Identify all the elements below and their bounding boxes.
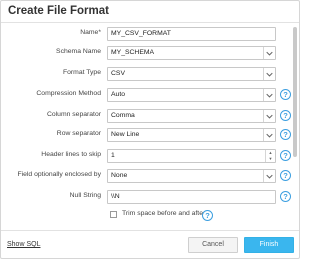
column-separator-value: Comma [111, 112, 135, 119]
header-lines-value: 1 [111, 152, 115, 159]
enclosed-by-value: None [111, 172, 128, 179]
name-input[interactable]: MY_CSV_FORMAT [107, 27, 276, 41]
title-divider [1, 22, 299, 23]
name-label: Name* [80, 29, 101, 36]
chevron-down-icon[interactable] [263, 129, 275, 141]
row-separator-row: Row separator New Line ? [1, 128, 291, 142]
null-string-row: Null String \\N ? [1, 190, 291, 204]
schema-name-select[interactable]: MY_SCHEMA [107, 46, 276, 60]
compression-method-value: Auto [111, 91, 125, 98]
cancel-button[interactable]: Cancel [188, 237, 238, 253]
help-icon[interactable]: ? [280, 89, 291, 100]
create-file-format-dialog: Create File Format Name* MY_CSV_FORMAT S… [0, 0, 300, 259]
row-separator-select[interactable]: New Line [107, 128, 276, 142]
trim-space-row: Trim space before and after ? [107, 209, 227, 221]
enclosed-by-row: Field optionally enclosed by None ? [1, 169, 291, 183]
chevron-down-icon[interactable] [263, 170, 275, 182]
decrement-icon[interactable]: ▼ [266, 156, 275, 162]
enclosed-by-label: Field optionally enclosed by [17, 171, 101, 178]
required-mark: * [98, 29, 101, 36]
compression-method-row: Compression Method Auto ? [1, 88, 291, 102]
null-string-input[interactable]: \\N [107, 190, 276, 204]
scrollbar[interactable] [292, 23, 298, 228]
chevron-down-icon[interactable] [263, 110, 275, 122]
help-icon[interactable]: ? [280, 191, 291, 202]
name-row: Name* MY_CSV_FORMAT [1, 27, 291, 41]
compression-method-label: Compression Method [36, 90, 101, 97]
row-separator-label: Row separator [56, 130, 101, 137]
stepper-arrows[interactable]: ▲ ▼ [265, 150, 275, 162]
schema-name-label: Schema Name [56, 48, 101, 55]
enclosed-by-select[interactable]: None [107, 169, 276, 183]
help-icon[interactable]: ? [280, 150, 291, 161]
header-lines-stepper[interactable]: 1 ▲ ▼ [107, 149, 276, 163]
format-type-value: CSV [111, 70, 125, 77]
scrollbar-thumb[interactable] [293, 27, 297, 157]
header-lines-label: Header lines to skip [41, 151, 101, 158]
column-separator-label: Column separator [46, 111, 101, 118]
show-sql-link[interactable]: Show SQL [7, 241, 40, 248]
column-separator-row: Column separator Comma ? [1, 109, 291, 123]
schema-name-row: Schema Name MY_SCHEMA [1, 46, 291, 60]
name-label-text: Name [80, 29, 99, 36]
help-icon[interactable]: ? [280, 110, 291, 121]
format-type-row: Format Type CSV [1, 67, 291, 81]
chevron-down-icon[interactable] [263, 47, 275, 59]
format-type-label: Format Type [62, 69, 101, 76]
trim-space-label: Trim space before and after [122, 210, 206, 217]
dialog-title: Create File Format [8, 5, 109, 17]
help-icon[interactable]: ? [280, 129, 291, 140]
row-separator-value: New Line [111, 131, 140, 138]
compression-method-select[interactable]: Auto [107, 88, 276, 102]
null-string-label: Null String [69, 192, 101, 199]
trim-space-checkbox[interactable] [110, 211, 117, 218]
format-type-select[interactable]: CSV [107, 67, 276, 81]
footer-divider [1, 230, 299, 231]
help-icon[interactable]: ? [280, 170, 291, 181]
chevron-down-icon[interactable] [263, 68, 275, 80]
help-icon[interactable]: ? [202, 210, 213, 221]
header-lines-row: Header lines to skip 1 ▲ ▼ ? [1, 149, 291, 163]
schema-name-value: MY_SCHEMA [111, 49, 155, 56]
column-separator-select[interactable]: Comma [107, 109, 276, 123]
chevron-down-icon[interactable] [263, 89, 275, 101]
finish-button[interactable]: Finish [244, 237, 294, 253]
